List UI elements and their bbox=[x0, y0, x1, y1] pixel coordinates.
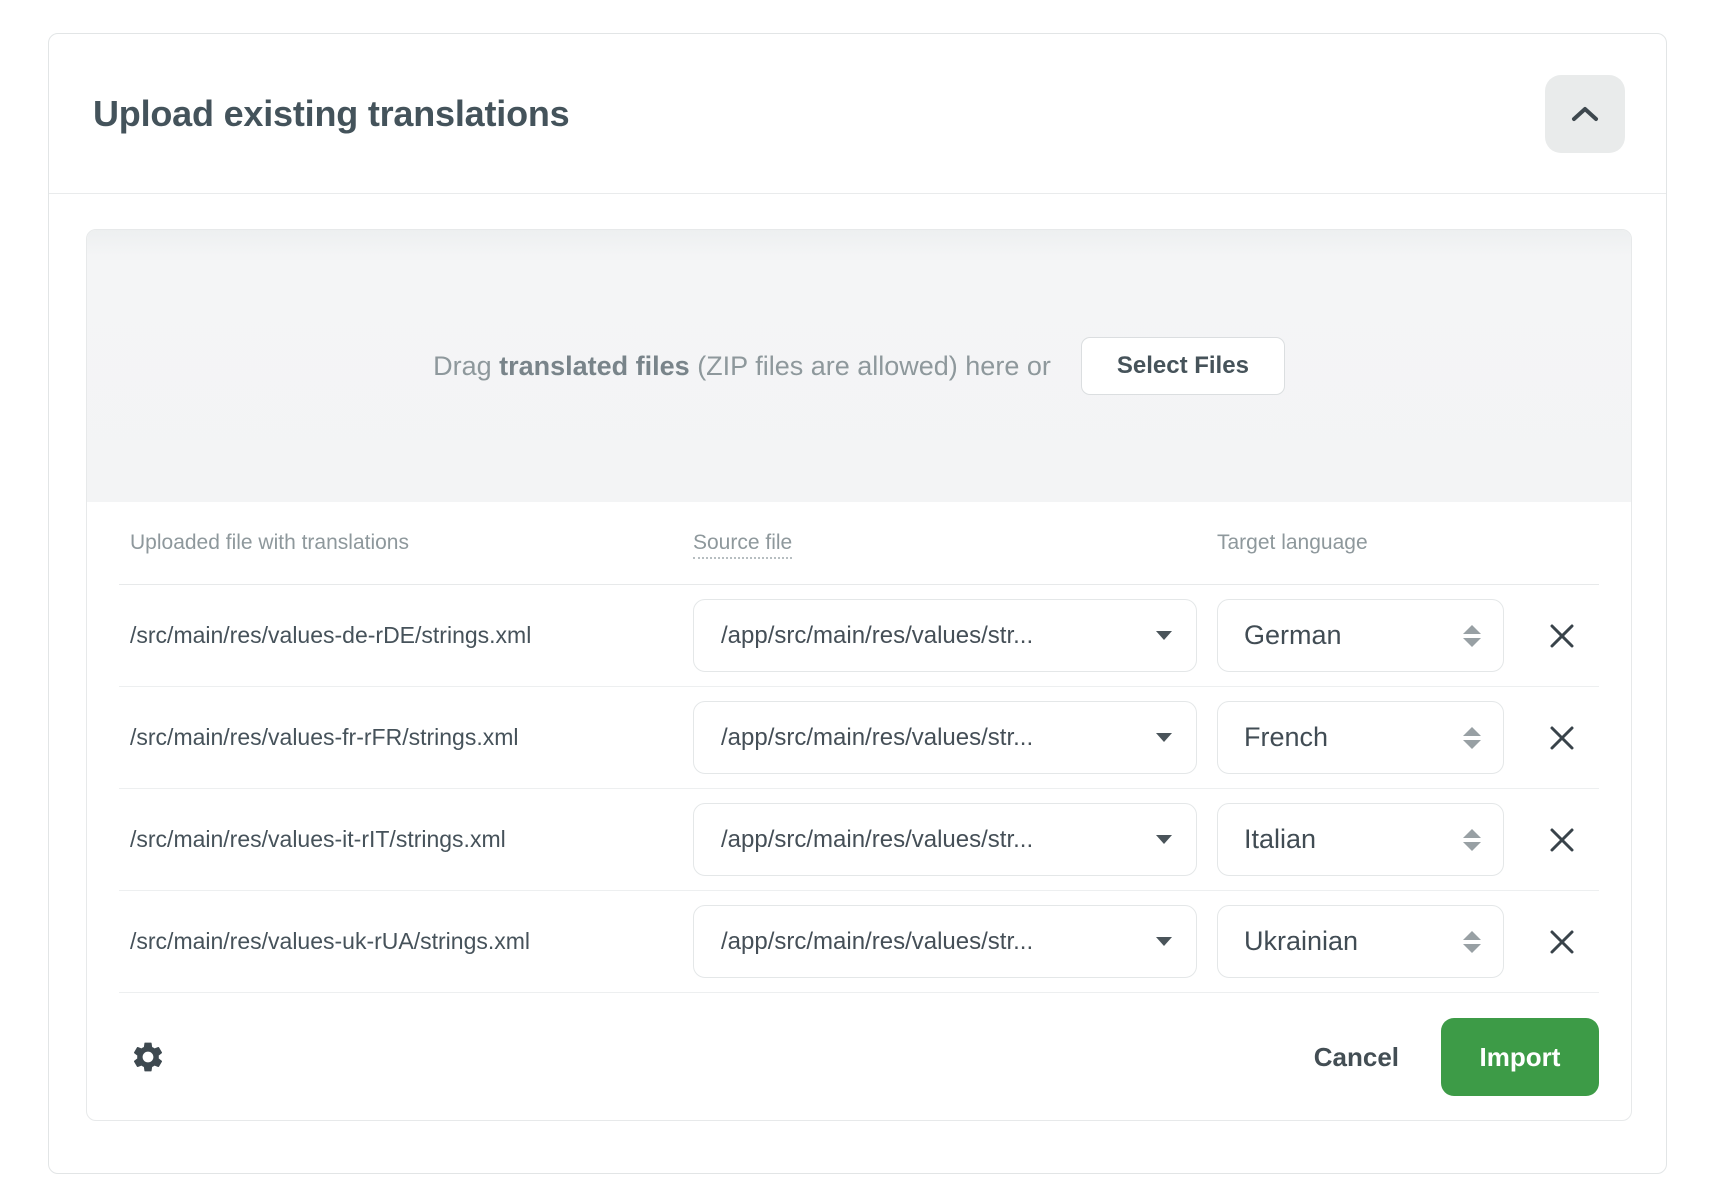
column-header-source-file: Source file bbox=[693, 531, 1197, 555]
caret-down-icon bbox=[1156, 835, 1172, 844]
import-button[interactable]: Import bbox=[1441, 1018, 1599, 1096]
up-down-arrows-icon bbox=[1463, 931, 1481, 953]
source-file-value: /app/src/main/res/values/str... bbox=[721, 724, 1140, 752]
table-body: /src/main/res/values-de-rDE/strings.xml … bbox=[119, 585, 1599, 993]
source-file-value: /app/src/main/res/values/str... bbox=[721, 928, 1140, 956]
caret-down-icon bbox=[1156, 937, 1172, 946]
close-icon bbox=[1547, 825, 1577, 855]
close-icon bbox=[1547, 723, 1577, 753]
column-header-target-language: Target language bbox=[1217, 531, 1504, 555]
remove-row-button[interactable] bbox=[1540, 614, 1584, 658]
table-row: /src/main/res/values-de-rDE/strings.xml … bbox=[119, 585, 1599, 687]
up-down-arrows-icon bbox=[1463, 727, 1481, 749]
target-language-value: Ukrainian bbox=[1244, 926, 1358, 957]
close-icon bbox=[1547, 621, 1577, 651]
column-header-uploaded-file: Uploaded file with translations bbox=[119, 531, 673, 555]
cancel-button[interactable]: Cancel bbox=[1314, 1042, 1399, 1073]
translations-table: Uploaded file with translations Source f… bbox=[87, 502, 1631, 993]
target-language-select[interactable]: Italian bbox=[1217, 803, 1504, 876]
remove-row-button[interactable] bbox=[1540, 818, 1584, 862]
target-language-value: Italian bbox=[1244, 824, 1316, 855]
settings-button[interactable] bbox=[130, 1037, 170, 1077]
page-title: Upload existing translations bbox=[93, 93, 569, 135]
table-row: /src/main/res/values-it-rIT/strings.xml … bbox=[119, 789, 1599, 891]
table-row: /src/main/res/values-uk-rUA/strings.xml … bbox=[119, 891, 1599, 993]
file-dropzone[interactable]: Drag translated files (ZIP files are all… bbox=[87, 230, 1631, 502]
table-header-row: Uploaded file with translations Source f… bbox=[119, 502, 1599, 585]
collapse-button[interactable] bbox=[1545, 75, 1625, 153]
source-file-value: /app/src/main/res/values/str... bbox=[721, 622, 1140, 650]
upload-translations-dialog: Upload existing translations Drag transl… bbox=[48, 33, 1667, 1174]
gear-icon bbox=[130, 1039, 170, 1075]
caret-down-icon bbox=[1156, 733, 1172, 742]
target-language-select[interactable]: German bbox=[1217, 599, 1504, 672]
uploaded-file-path: /src/main/res/values-uk-rUA/strings.xml bbox=[119, 928, 673, 955]
close-icon bbox=[1547, 927, 1577, 957]
up-down-arrows-icon bbox=[1463, 625, 1481, 647]
source-file-select[interactable]: /app/src/main/res/values/str... bbox=[693, 803, 1197, 876]
source-file-select[interactable]: /app/src/main/res/values/str... bbox=[693, 599, 1197, 672]
source-file-value: /app/src/main/res/values/str... bbox=[721, 826, 1140, 854]
remove-row-button[interactable] bbox=[1540, 716, 1584, 760]
target-language-select[interactable]: French bbox=[1217, 701, 1504, 774]
dialog-header: Upload existing translations bbox=[49, 34, 1666, 194]
select-files-button[interactable]: Select Files bbox=[1081, 337, 1285, 395]
target-language-value: French bbox=[1244, 722, 1328, 753]
up-down-arrows-icon bbox=[1463, 829, 1481, 851]
source-file-select[interactable]: /app/src/main/res/values/str... bbox=[693, 701, 1197, 774]
uploaded-file-path: /src/main/res/values-it-rIT/strings.xml bbox=[119, 826, 673, 853]
dropzone-instructions: Drag translated files (ZIP files are all… bbox=[433, 351, 1051, 382]
target-language-value: German bbox=[1244, 620, 1342, 651]
target-language-select[interactable]: Ukrainian bbox=[1217, 905, 1504, 978]
uploaded-file-path: /src/main/res/values-de-rDE/strings.xml bbox=[119, 622, 673, 649]
remove-row-button[interactable] bbox=[1540, 920, 1584, 964]
table-row: /src/main/res/values-fr-rFR/strings.xml … bbox=[119, 687, 1599, 789]
chevron-up-icon bbox=[1570, 105, 1600, 123]
source-file-select[interactable]: /app/src/main/res/values/str... bbox=[693, 905, 1197, 978]
dialog-footer: Cancel Import bbox=[87, 993, 1631, 1121]
upload-panel: Drag translated files (ZIP files are all… bbox=[86, 229, 1632, 1121]
caret-down-icon bbox=[1156, 631, 1172, 640]
uploaded-file-path: /src/main/res/values-fr-rFR/strings.xml bbox=[119, 724, 673, 751]
